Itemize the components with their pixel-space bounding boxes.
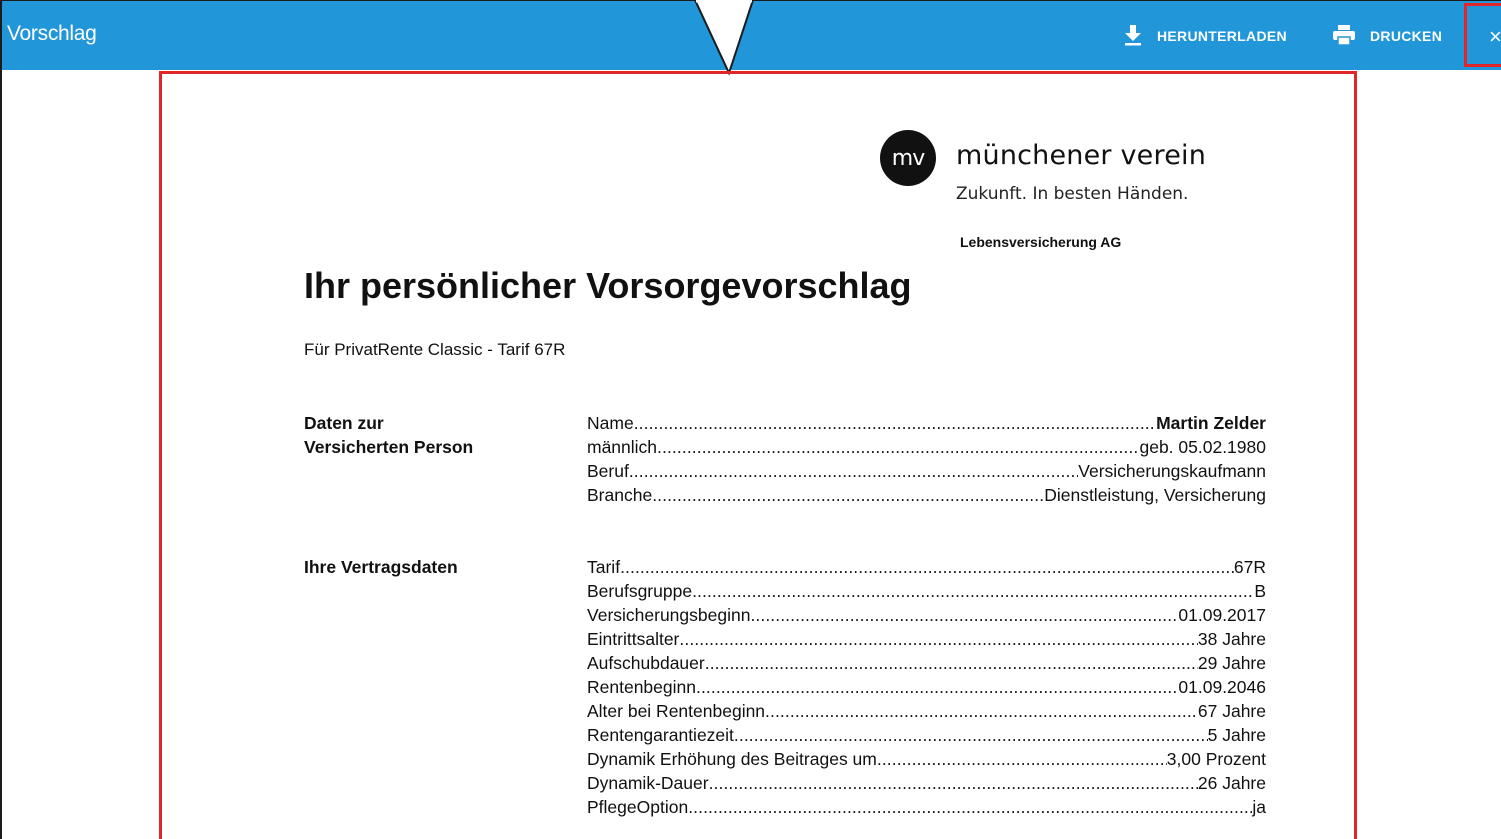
row-value: 01.09.2017	[1178, 605, 1266, 625]
row-value: 01.09.2046	[1178, 677, 1266, 697]
row-leader	[765, 699, 1198, 723]
data-row: Alter bei Rentenbeginn 67 Jahre	[587, 699, 1266, 723]
row-key: Branche	[587, 485, 653, 505]
data-row: Rentenbeginn 01.09.2046	[587, 675, 1266, 699]
row-value: Versicherungskaufmann	[1078, 461, 1266, 481]
download-icon	[1123, 24, 1143, 49]
row-value: Martin Zelder	[1156, 413, 1266, 433]
row-value: Dienstleistung, Versicherung	[1044, 485, 1266, 505]
row-leader	[652, 483, 1044, 507]
document-title: Ihr persönlicher Vorsorgevorschlag	[304, 265, 912, 306]
row-value: 38 Jahre	[1197, 629, 1266, 649]
row-value: geb. 05.02.1980	[1139, 437, 1266, 457]
row-leader	[709, 771, 1198, 795]
printer-icon	[1332, 24, 1356, 49]
close-button[interactable]: ×	[1464, 3, 1501, 67]
row-key: Dynamik Erhöhung des Beitrages um	[587, 749, 877, 769]
row-key: Aufschubdauer	[587, 653, 705, 673]
download-button[interactable]: HERUNTERLADEN	[1123, 23, 1287, 49]
data-row: Eintrittsalter 38 Jahre	[587, 627, 1266, 651]
data-row: Aufschubdauer 29 Jahre	[587, 651, 1266, 675]
row-key: Rentenbeginn	[587, 677, 696, 697]
row-key: Tarif	[587, 557, 621, 577]
row-value: 5 Jahre	[1207, 725, 1266, 745]
row-leader	[629, 459, 1078, 483]
row-leader	[705, 651, 1198, 675]
row-key: Alter bei Rentenbeginn	[587, 701, 766, 721]
section-label-line: Versicherten Person	[304, 437, 474, 457]
row-value: 3,00 Prozent	[1166, 749, 1266, 769]
row-leader	[692, 579, 1254, 603]
row-key: PflegeOption	[587, 797, 689, 817]
row-leader	[734, 723, 1208, 747]
row-leader	[620, 555, 1234, 579]
row-leader	[657, 435, 1139, 459]
download-label: HERUNTERLADEN	[1157, 28, 1287, 44]
data-row-gender: männlich geb. 05.02.1980	[587, 435, 1266, 459]
data-row: Dynamik Erhöhung des Beitrages um 3,00 P…	[587, 747, 1266, 771]
document-subtitle: Für PrivatRente Classic - Tarif 67R	[304, 340, 566, 359]
row-key: Dynamik-Dauer	[587, 773, 709, 793]
print-button[interactable]: DRUCKEN	[1332, 23, 1442, 49]
company-logo: mv münchener verein Zukunft. In besten H…	[880, 130, 1220, 210]
row-key: Beruf	[587, 461, 629, 481]
row-leader	[634, 411, 1156, 435]
row-key: Name	[587, 413, 634, 433]
row-value: 67 Jahre	[1197, 701, 1266, 721]
row-leader	[750, 603, 1178, 627]
row-value: 67R	[1233, 557, 1266, 577]
logo-name: münchener verein	[956, 140, 1207, 171]
data-row: Rentengarantiezeit 5 Jahre	[587, 723, 1266, 747]
data-row: Dynamik-Dauer 26 Jahre	[587, 771, 1266, 795]
data-row: Tarif 67R	[587, 555, 1266, 579]
print-label: DRUCKEN	[1370, 28, 1443, 44]
row-leader	[877, 747, 1167, 771]
close-icon: ×	[1489, 24, 1501, 49]
row-leader	[688, 795, 1252, 819]
dialog-title: Vorschlag	[7, 22, 97, 45]
section-label-line: Daten zur	[304, 413, 384, 433]
row-key: männlich	[587, 437, 658, 457]
row-leader	[679, 627, 1198, 651]
contract-data-list: Tarif 67R Berufsgruppe B Versicherungsbe…	[587, 555, 1266, 819]
row-value: 29 Jahre	[1197, 653, 1266, 673]
company-name: Lebensversicherung AG	[960, 234, 1122, 250]
logo-mark: mv	[880, 130, 936, 186]
row-key: Eintrittsalter	[587, 629, 680, 649]
row-leader	[696, 675, 1178, 699]
data-row: PflegeOption ja	[587, 795, 1266, 819]
section-label-person: Daten zur Versicherten Person	[304, 411, 473, 459]
row-key: Versicherungsbeginn	[587, 605, 751, 625]
row-key: Rentengarantiezeit	[587, 725, 734, 745]
data-row: Versicherungsbeginn 01.09.2017	[587, 603, 1266, 627]
dialog-toolbar: Vorschlag HERUNTERLADEN DRUCKEN ×	[0, 0, 1501, 70]
person-data-list: Name Martin Zelder männlich geb. 05.02.1…	[587, 411, 1266, 507]
row-value: B	[1254, 581, 1266, 601]
row-value: 26 Jahre	[1197, 773, 1266, 793]
data-row: Berufsgruppe B	[587, 579, 1266, 603]
row-key: Berufsgruppe	[587, 581, 693, 601]
data-row-name: Name Martin Zelder	[587, 411, 1266, 435]
data-row-industry: Branche Dienstleistung, Versicherung	[587, 483, 1266, 507]
row-value: ja	[1252, 797, 1266, 817]
section-label-contract: Ihre Vertragsdaten	[304, 557, 458, 577]
data-row-profession: Beruf Versicherungskaufmann	[587, 459, 1266, 483]
logo-claim: Zukunft. In besten Händen.	[956, 184, 1189, 204]
